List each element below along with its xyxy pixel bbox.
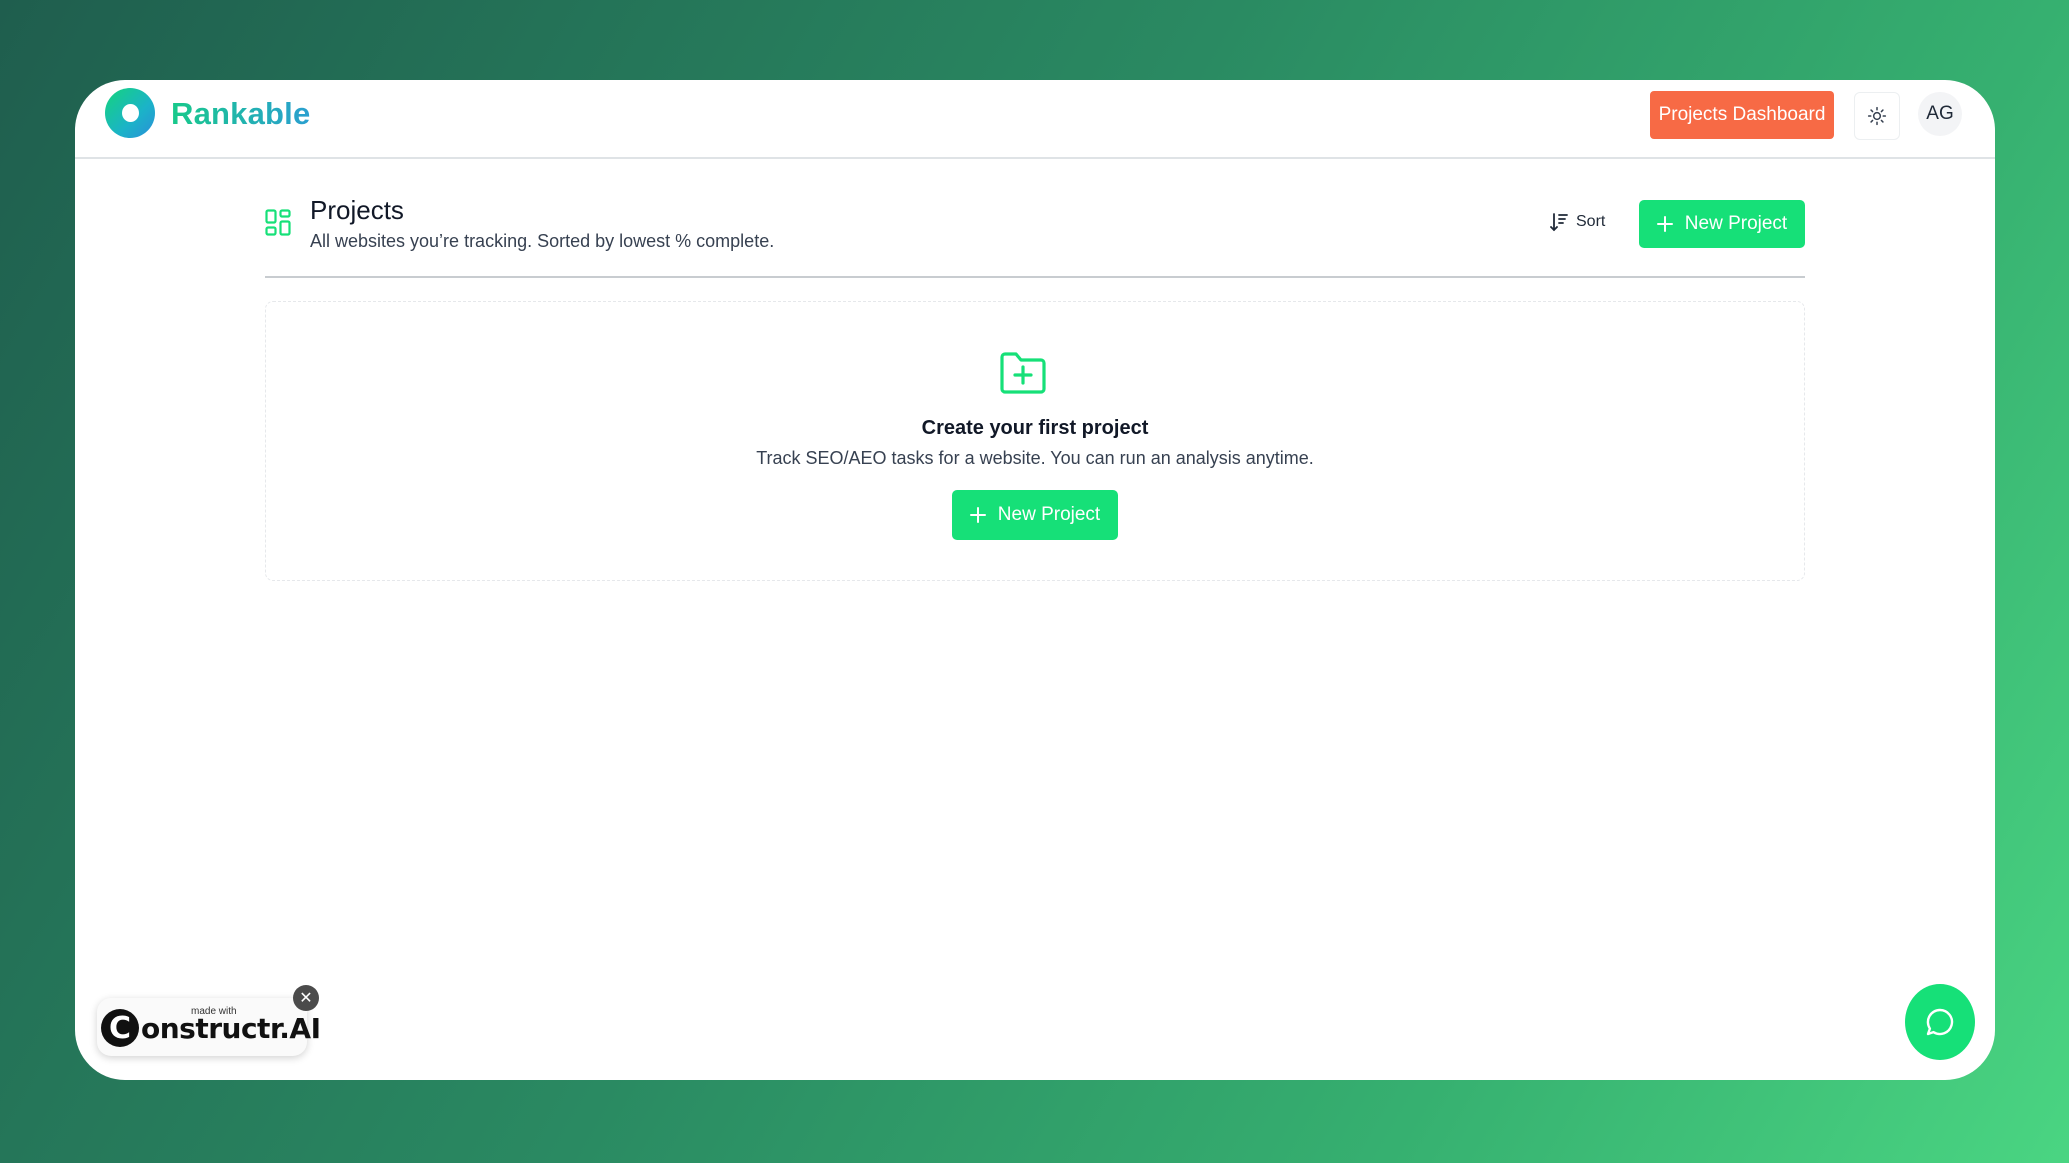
folder-plus-icon (1000, 352, 1046, 394)
close-icon: ✕ (299, 990, 313, 1007)
brand-name: Rankable (171, 96, 311, 131)
badge-close-button[interactable]: ✕ (293, 985, 319, 1011)
plus-icon (1656, 216, 1673, 232)
sort-icon (1550, 213, 1568, 232)
user-avatar[interactable]: AG (1918, 92, 1962, 136)
top-bar: Rankable Projects Dashboard AG (75, 80, 1995, 159)
sun-icon (1867, 106, 1887, 126)
page-title: Projects (310, 195, 404, 225)
empty-state-card: Create your first project Track SEO/AEO … (265, 301, 1805, 581)
badge-logo-icon: C (101, 1009, 139, 1047)
plus-icon (969, 507, 986, 523)
projects-dashboard-button[interactable]: Projects Dashboard (1650, 91, 1834, 139)
theme-toggle-button[interactable] (1854, 92, 1900, 140)
made-with-badge[interactable]: made with C onstructr.AI (97, 998, 321, 1056)
chat-button[interactable] (1905, 984, 1975, 1060)
header-divider (265, 276, 1805, 278)
badge-brand-text: onstructr.AI (141, 1012, 321, 1045)
empty-state-subtitle: Track SEO/AEO tasks for a website. You c… (756, 448, 1314, 468)
logo-icon (105, 88, 155, 138)
sort-button[interactable]: Sort (1550, 207, 1605, 237)
page-subtitle: All websites you’re tracking. Sorted by … (310, 231, 775, 251)
sort-label: Sort (1576, 213, 1606, 230)
empty-state-new-project-button[interactable]: New Project (952, 490, 1118, 540)
projects-grid-icon (265, 209, 291, 236)
chat-bubble-icon (1926, 1008, 1954, 1036)
new-project-label: New Project (1684, 213, 1788, 234)
empty-state-title: Create your first project (921, 417, 1149, 439)
app-window: Rankable Projects Dashboard AG Projects … (75, 80, 1995, 1080)
new-project-button[interactable]: New Project (1639, 200, 1805, 248)
empty-state-button-label: New Project (997, 504, 1101, 525)
